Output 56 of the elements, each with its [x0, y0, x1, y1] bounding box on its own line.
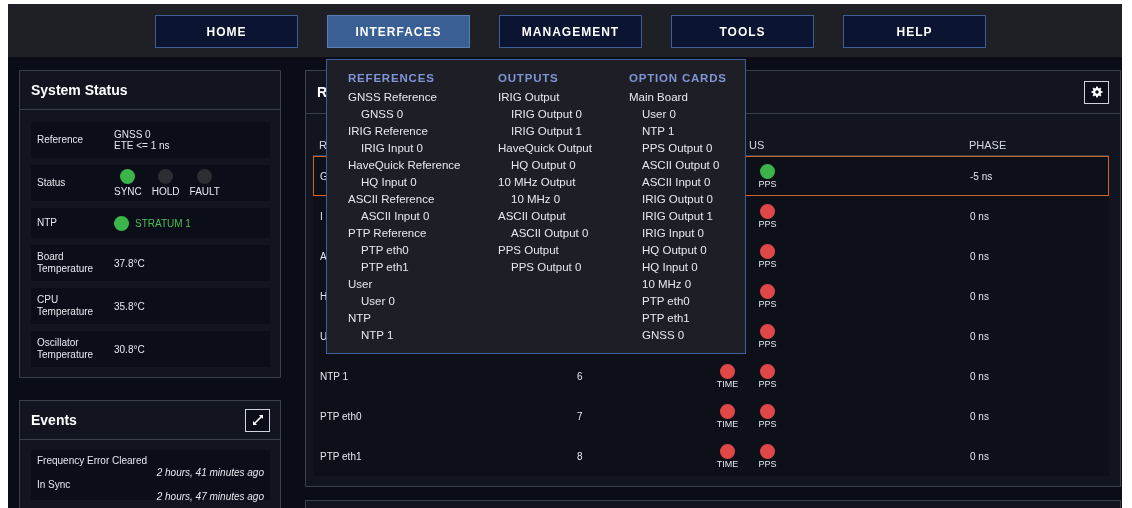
lamp-label: PPS	[758, 418, 777, 429]
lamp-label: PPS	[758, 458, 777, 469]
table-cell: H	[320, 290, 328, 302]
table-cell-text: 0 ns	[970, 370, 990, 382]
lamp-label: HOLD	[151, 186, 180, 197]
panel-title: R	[317, 84, 328, 100]
ntp-stratum: STRATUM 1	[135, 217, 191, 229]
row-label: Status	[37, 177, 67, 189]
row-value: GNSS 0 ETE <= 1 ns	[114, 129, 170, 151]
lamp-label: FAULT	[189, 186, 220, 197]
row-label: Oscillator Temperature	[37, 337, 95, 361]
table-cell: NTP 1	[320, 370, 349, 382]
event-time: 2 hours, 47 minutes ago	[155, 491, 264, 503]
table-cell: 8	[577, 450, 583, 462]
table-cell-text: 0 ns	[970, 410, 990, 422]
table-cell: I	[320, 210, 323, 222]
event-time: 2 hours, 41 minutes ago	[155, 467, 264, 479]
table-cell-text: 0 ns	[970, 290, 990, 302]
table-cell: U	[320, 330, 328, 342]
column-header: R	[319, 138, 327, 151]
menu-heading: OUTPUTS	[498, 72, 560, 86]
lamp-label: TIME	[716, 458, 739, 469]
row-value: 30.8°C	[114, 343, 145, 355]
lamp-label: SYNC	[114, 186, 142, 197]
event-message: Frequency Error Cleared	[37, 455, 149, 467]
column-header: US	[749, 138, 765, 151]
panel-title: System Status	[31, 82, 128, 98]
table-cell-text: 0 ns	[970, 250, 990, 262]
lamp-label: PPS	[758, 378, 777, 389]
table-cell-text: 0 ns	[970, 450, 990, 462]
table-cell: 7	[577, 410, 583, 422]
table-cell-text: 0 ns	[970, 330, 990, 342]
lamp-label: TIME	[716, 418, 739, 429]
table-cell-text: 0 ns	[970, 210, 990, 222]
lamp-label: TIME	[716, 378, 739, 389]
table-cell: 6	[577, 370, 583, 382]
panel-title: Events	[31, 412, 77, 428]
lamp-label: PPS	[758, 338, 777, 349]
row-value: 35.8°C	[114, 300, 145, 312]
row-label: Board Temperature	[37, 251, 95, 275]
table-cell: A	[320, 250, 327, 262]
lamp-label: PPS	[758, 298, 777, 309]
row-label: CPU Temperature	[37, 294, 95, 318]
menu-heading: REFERENCES	[348, 72, 436, 86]
row-label: Reference	[37, 134, 85, 146]
lamp-label: PPS	[758, 178, 777, 189]
lamp-label: PPS	[758, 218, 777, 229]
row-value: 37.8°C	[114, 257, 145, 269]
row-label: NTP	[37, 217, 58, 229]
table-cell-text: -5 ns	[970, 170, 994, 182]
table-cell: PTP eth1	[320, 450, 362, 462]
event-message: In Sync	[37, 479, 72, 491]
lamp-label: PPS	[758, 258, 777, 269]
column-header: PHASE	[969, 138, 1007, 151]
table-cell: PTP eth0	[320, 410, 362, 422]
menu-heading: OPTION CARDS	[629, 72, 727, 86]
